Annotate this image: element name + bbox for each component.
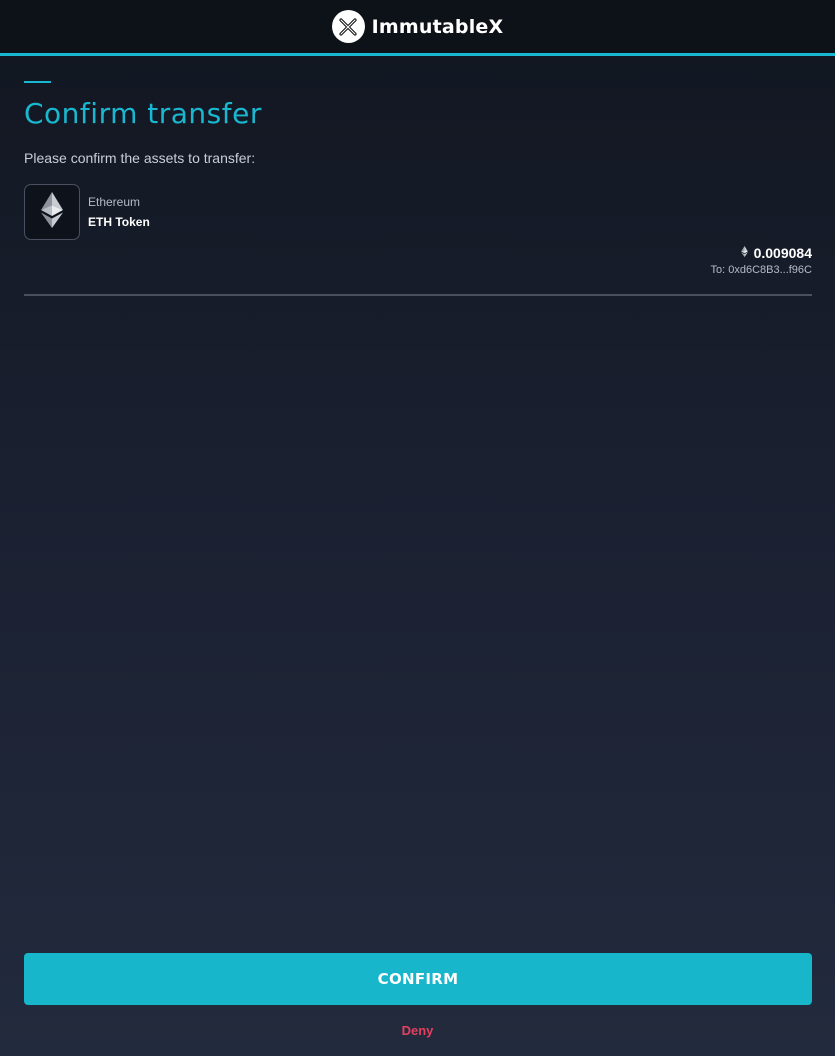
page-subtitle: Please confirm the assets to transfer: xyxy=(24,150,256,166)
asset-network: Ethereum xyxy=(88,195,141,209)
confirm-button[interactable]: CONFIRM xyxy=(24,953,812,1005)
deny-link[interactable]: Deny xyxy=(0,1023,835,1038)
ethereum-icon xyxy=(41,191,63,233)
transfer-amount: 0.009084 xyxy=(740,244,812,262)
page-title: Confirm transfer xyxy=(24,97,262,130)
app-header: ImmutableX xyxy=(0,0,835,56)
asset-icon-box xyxy=(24,184,80,240)
brand-name: ImmutableX xyxy=(371,15,504,38)
eth-small-icon xyxy=(740,244,748,262)
divider xyxy=(24,294,812,296)
amount-value: 0.009084 xyxy=(753,245,812,261)
asset-name: ETH Token xyxy=(88,215,150,229)
brand: ImmutableX xyxy=(331,10,504,43)
title-accent-line xyxy=(24,81,51,83)
recipient-address: To: 0xd6C8B3...f96C xyxy=(710,264,812,276)
immutable-x-logo-icon xyxy=(331,10,365,43)
